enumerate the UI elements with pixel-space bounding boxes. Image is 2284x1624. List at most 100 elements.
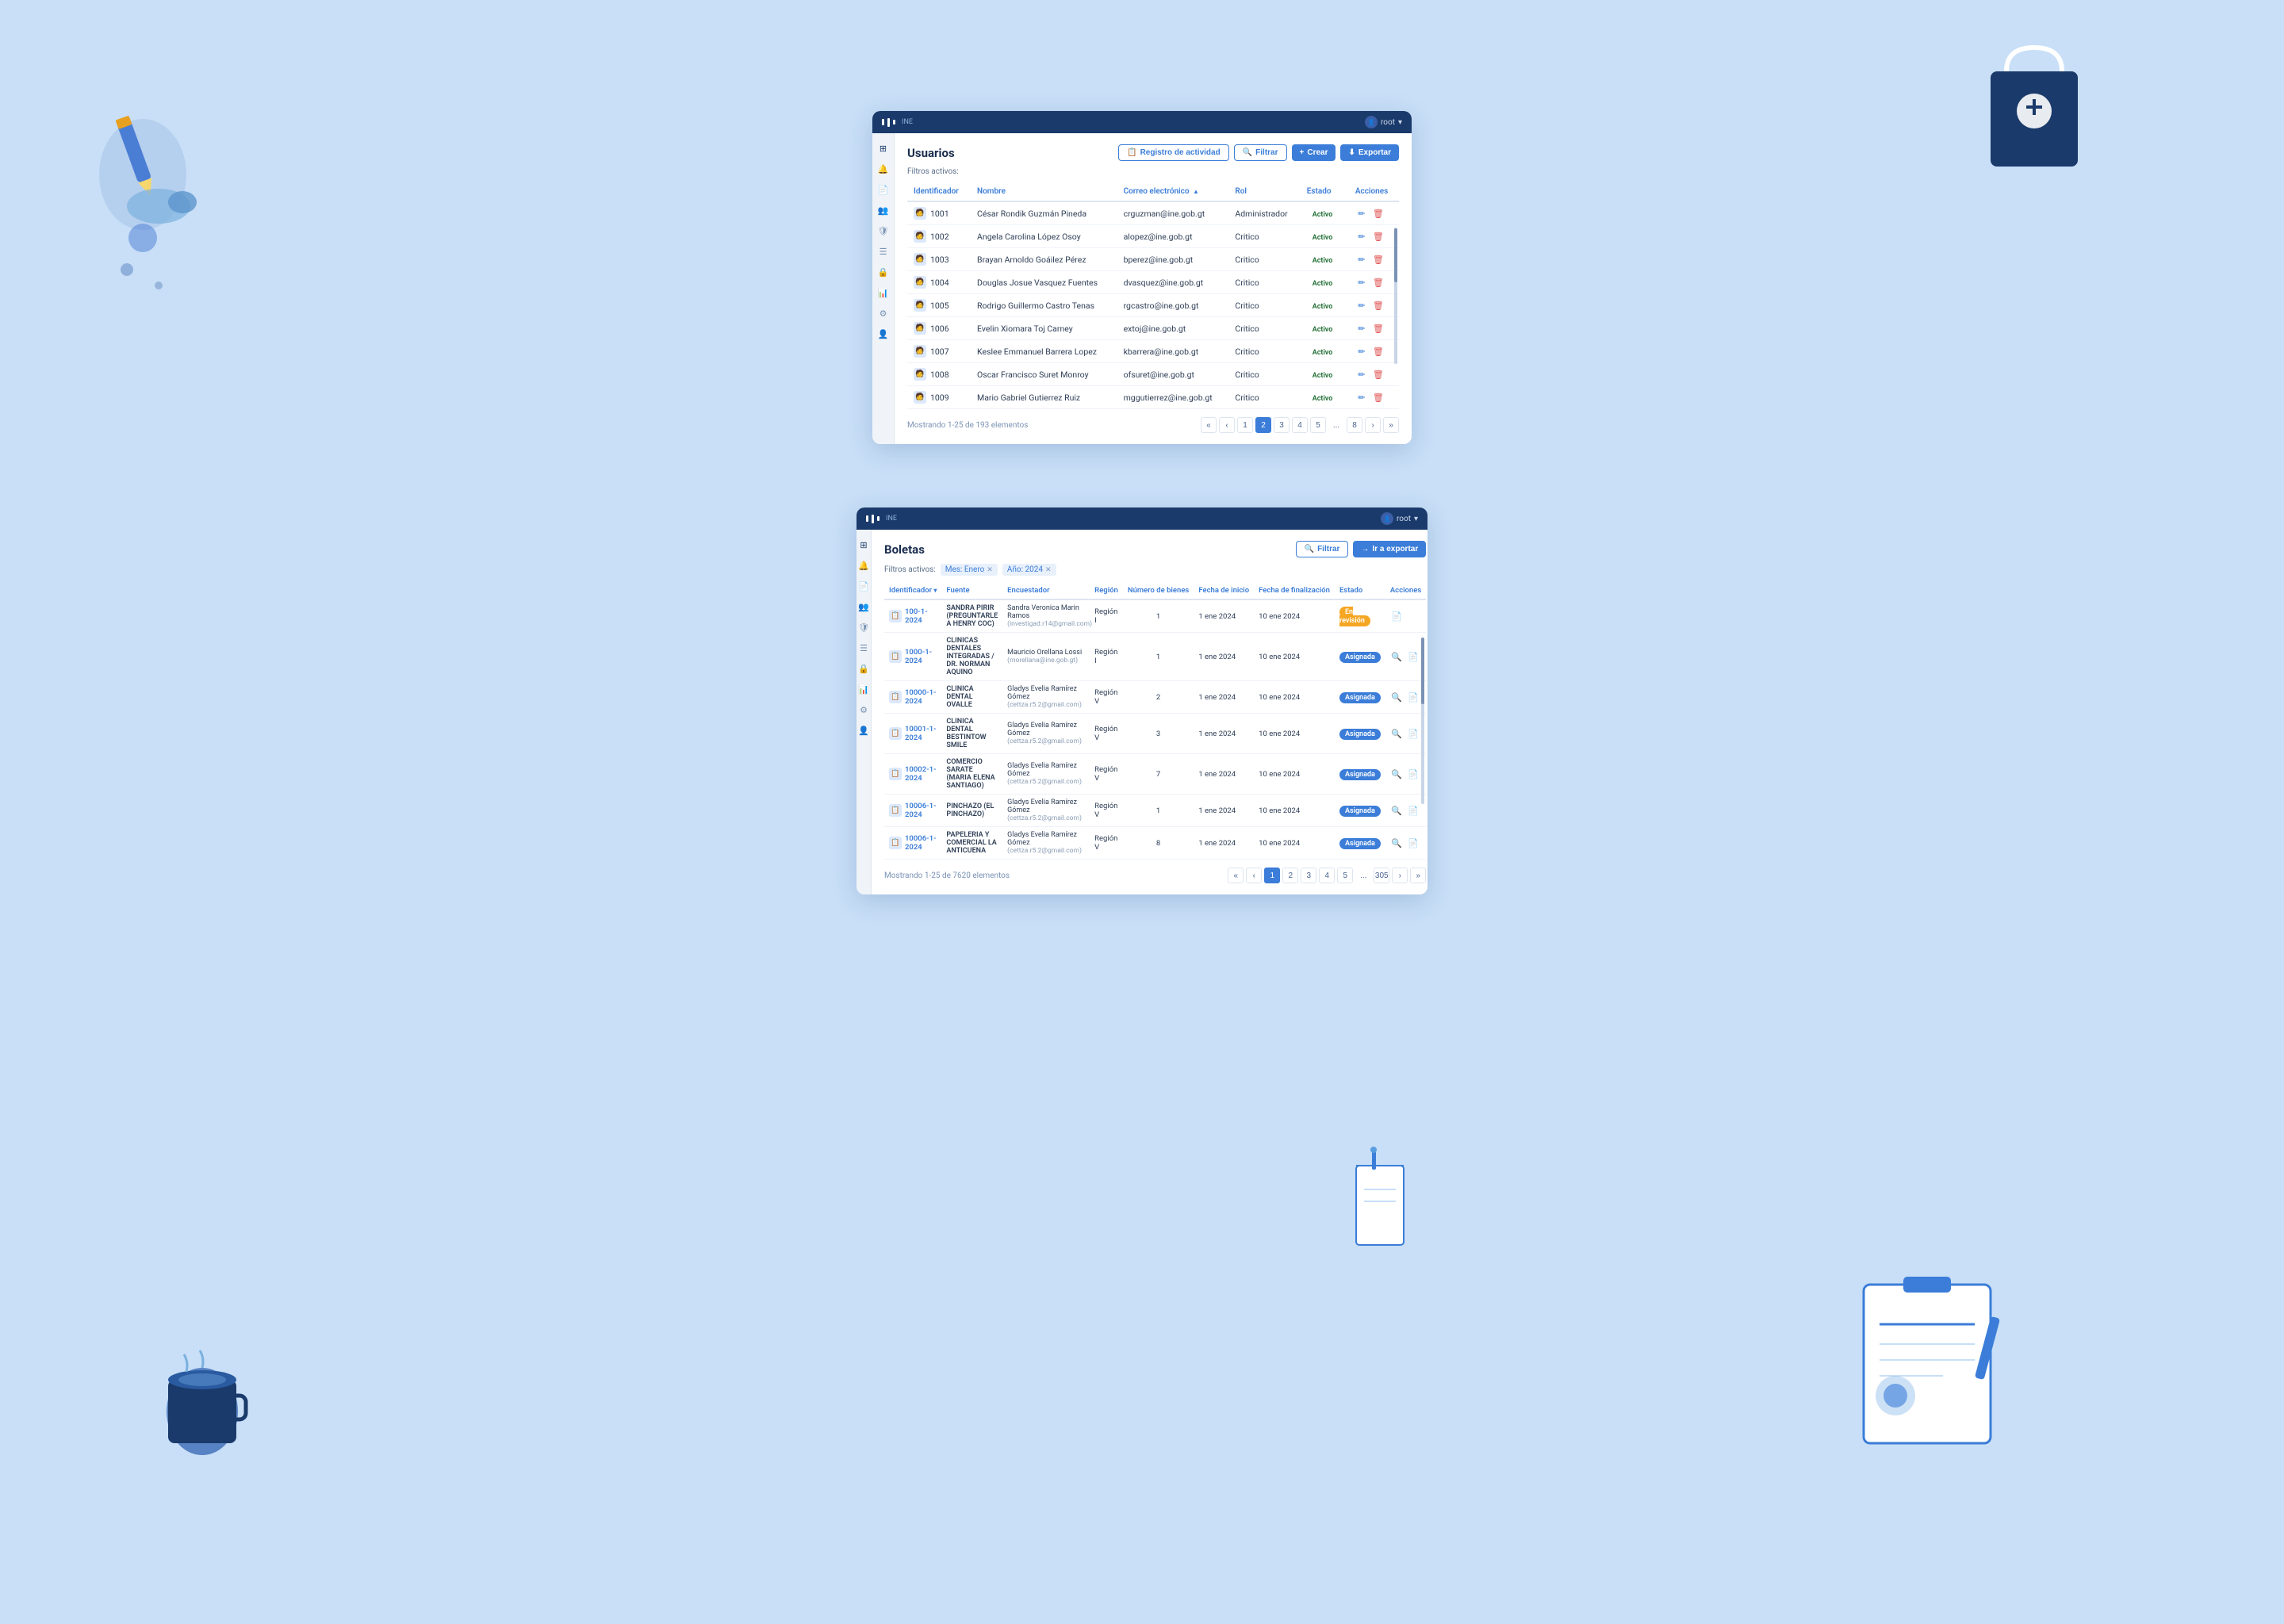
status-badge-b: En revisión [1339,607,1370,626]
view-icon[interactable]: 🔍 [1390,837,1403,849]
delete-icon[interactable]: 🗑 [1372,322,1385,335]
page-3-2[interactable]: 3 [1301,868,1316,883]
page-1-2[interactable]: 1 [1264,868,1280,883]
filter-mes-tag[interactable]: Mes: Enero ✕ [941,564,998,576]
sidebar-icon-lock-1[interactable]: 🔒 [876,265,891,279]
delete-icon[interactable]: 🗑 [1372,253,1385,266]
user-dropdown-arrow-2[interactable]: ▾ [1414,515,1418,523]
page-5-2[interactable]: 5 [1337,868,1353,883]
doc-icon[interactable]: 📄 [1407,691,1420,703]
delete-icon[interactable]: 🗑 [1372,391,1385,404]
page-305-2[interactable]: 305 [1374,868,1389,883]
doc-icon[interactable]: 📄 [1407,650,1420,663]
sidebar-icon-chart-2[interactable]: 📊 [856,682,871,696]
sidebar-icon-list-1[interactable]: ☰ [876,244,891,259]
page-3-1[interactable]: 3 [1274,417,1290,433]
edit-icon[interactable]: ✏ [1355,207,1368,220]
edit-icon[interactable]: ✏ [1355,299,1368,312]
view-icon[interactable]: 🔍 [1390,804,1403,817]
scroll-indicator-2[interactable] [1421,638,1424,804]
edit-icon[interactable]: ✏ [1355,253,1368,266]
page-prev-1[interactable]: ‹ [1219,417,1235,433]
page-prev-2[interactable]: ‹ [1246,868,1262,883]
doc-icon[interactable]: 📄 [1407,727,1420,740]
id-value: 1003 [930,255,949,265]
delete-icon[interactable]: 🗑 [1372,207,1385,220]
delete-icon[interactable]: 🗑 [1372,368,1385,381]
cell-estado: Activo [1301,225,1349,248]
page-4-1[interactable]: 4 [1292,417,1308,433]
sidebar-icon-list-2[interactable]: ☰ [856,641,871,655]
page-2-1[interactable]: 2 [1255,417,1271,433]
registro-button[interactable]: 📋 Registro de actividad [1118,144,1229,161]
exportar-button-1[interactable]: ⬇ Exportar [1340,144,1399,161]
page-2-2[interactable]: 2 [1282,868,1298,883]
sidebar-icon-users-2[interactable]: 👥 [856,599,871,614]
user-dropdown-arrow-1[interactable]: ▾ [1398,118,1402,127]
delete-icon[interactable]: 🗑 [1372,299,1385,312]
cell-fecha-fin: 10 ene 2024 [1254,681,1335,714]
view-icon[interactable]: 🔍 [1390,691,1403,703]
filter-anio-tag[interactable]: Año: 2024 ✕ [1002,564,1056,576]
edit-icon[interactable]: ✏ [1355,368,1368,381]
sidebar-icon-bell-2[interactable]: 🔔 [856,558,871,573]
sidebar-icon-settings-1[interactable]: ⚙ [876,306,891,320]
page-last-2[interactable]: » [1410,868,1426,883]
sidebar-icon-home-2[interactable]: ⊞ [856,538,871,552]
sidebar-icon-settings-2[interactable]: ⚙ [856,703,871,717]
cell-acciones-b: 🔍 📄 [1385,754,1426,795]
sidebar-icon-shield-1[interactable]: 🛡 [876,224,891,238]
page-next-2[interactable]: › [1392,868,1408,883]
col-email-1[interactable]: Correo electrónico ▲ [1117,182,1229,201]
sidebar-icon-chart-1[interactable]: 📊 [876,285,891,300]
page-next-1[interactable]: › [1365,417,1381,433]
filter-anio-close[interactable]: ✕ [1045,566,1052,574]
sidebar-icon-profile-1[interactable]: 👤 [876,327,891,341]
page-first-2[interactable]: « [1228,868,1244,883]
page-8-1[interactable]: 8 [1347,417,1362,433]
page-5-1[interactable]: 5 [1310,417,1326,433]
filtrar-button-2[interactable]: 🔍 Filtrar [1296,541,1349,557]
edit-icon[interactable]: ✏ [1355,276,1368,289]
page-last-1[interactable]: » [1383,417,1399,433]
scroll-indicator-1[interactable] [1394,228,1397,364]
cell-bienes: 2 [1123,681,1194,714]
sidebar-icon-shield-2[interactable]: 🛡 [856,620,871,634]
sidebar-icon-doc-2[interactable]: 📄 [856,579,871,593]
doc-icon[interactable]: 📄 [1407,804,1420,817]
view-icon[interactable]: 🔍 [1390,768,1403,780]
doc-icon[interactable]: 📄 [1407,837,1420,849]
page-4-2[interactable]: 4 [1319,868,1335,883]
search-icon-1: 🔍 [1243,148,1252,157]
delete-icon[interactable]: 🗑 [1372,345,1385,358]
sidebar-icon-home-1[interactable]: ⊞ [876,141,891,155]
sidebar-icon-doc-1[interactable]: 📄 [876,182,891,197]
page-1-1[interactable]: 1 [1237,417,1253,433]
edit-icon[interactable]: ✏ [1355,391,1368,404]
doc-icon[interactable]: 📄 [1407,768,1420,780]
doc-icon[interactable]: 📄 [1390,610,1403,622]
page-first-1[interactable]: « [1201,417,1217,433]
edit-icon[interactable]: ✏ [1355,230,1368,243]
sidebar-icon-bell-1[interactable]: 🔔 [876,162,891,176]
sidebar-icon-profile-2[interactable]: 👤 [856,723,871,737]
delete-icon[interactable]: 🗑 [1372,230,1385,243]
view-icon[interactable]: 🔍 [1390,727,1403,740]
edit-icon[interactable]: ✏ [1355,345,1368,358]
edit-icon[interactable]: ✏ [1355,322,1368,335]
cell-estado-b: En revisión [1335,599,1385,633]
sidebar-icon-lock-2[interactable]: 🔒 [856,661,871,676]
topbar-user-1[interactable]: 👤 root ▾ [1365,116,1402,128]
filter-mes-close[interactable]: ✕ [987,566,993,574]
sidebar-icon-users-1[interactable]: 👥 [876,203,891,217]
exportar-button-2[interactable]: → Ir a exportar [1353,541,1426,557]
cell-bienes: 1 [1123,599,1194,633]
delete-icon[interactable]: 🗑 [1372,276,1385,289]
view-icon[interactable]: 🔍 [1390,650,1403,663]
col-id-2[interactable]: Identificador ▾ [884,582,941,599]
cell-fuente: PAPELERIA Y COMERCIAL LA ANTICUENA [941,827,1002,860]
filtrar-button-1[interactable]: 🔍 Filtrar [1234,144,1287,161]
pagination-row-2: Mostrando 1-25 de 7620 elementos « ‹ 1 2… [884,868,1426,883]
crear-button[interactable]: + Crear [1292,144,1336,161]
topbar-user-2[interactable]: 👤 root ▾ [1381,512,1418,525]
